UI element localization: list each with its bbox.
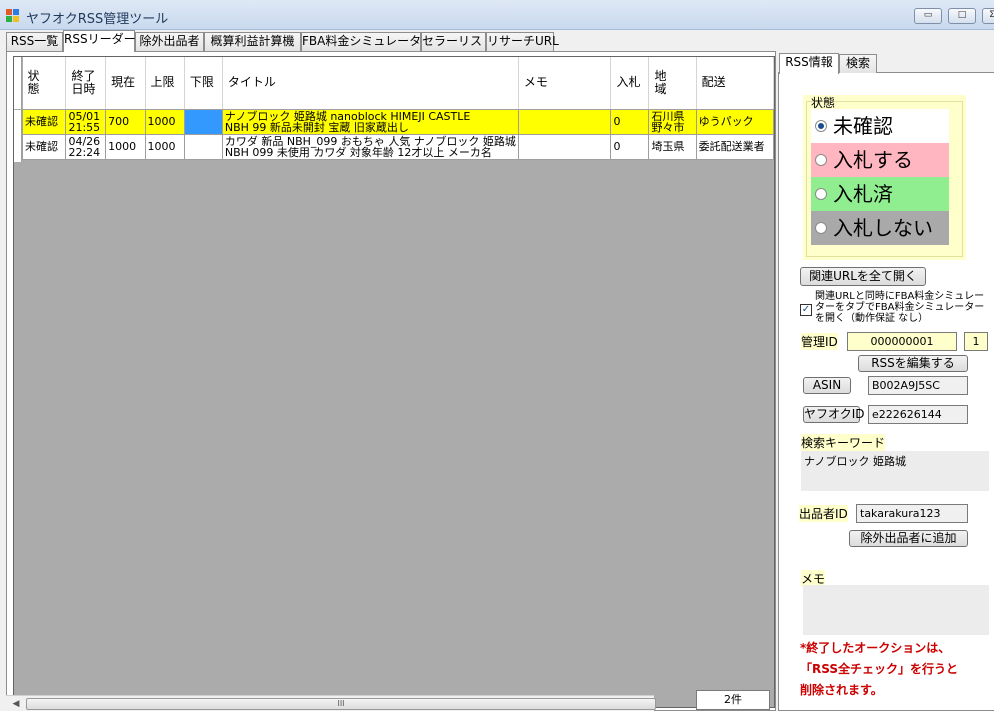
fba-simulator-checkbox[interactable]: ✓: [800, 304, 812, 316]
add-excluded-seller-button[interactable]: 除外出品者に追加: [849, 530, 968, 547]
column-header-max-price[interactable]: 上限: [145, 57, 185, 110]
search-keyword-label: 検索キーワード: [801, 434, 886, 451]
cell-memo[interactable]: [517, 108, 612, 135]
search-keyword-field[interactable]: ナノブロック 姫路城: [801, 451, 989, 491]
cell-memo[interactable]: [517, 133, 612, 160]
status-group: 状態 未確認 入札する 入札済 入札しない: [803, 95, 966, 260]
cell-bids[interactable]: 0: [610, 108, 650, 135]
cell-min-price[interactable]: [183, 108, 223, 135]
cell-region[interactable]: 埼玉県: [648, 133, 697, 160]
grid-header-row: 状態 終了日時 現在 上限 下限 タイトル メモ 入札 地域 配送: [22, 57, 774, 110]
column-header-status[interactable]: 状態: [22, 57, 67, 110]
tab-profit-calculator[interactable]: 概算利益計算機: [204, 32, 301, 51]
minimize-button[interactable]: ▭: [914, 8, 942, 24]
cell-status[interactable]: 未確認: [21, 133, 67, 160]
cell-max-price[interactable]: 1000: [144, 108, 185, 135]
column-header-current-price[interactable]: 現在: [105, 57, 146, 110]
column-header-title[interactable]: タイトル: [222, 57, 519, 110]
cell-max-price[interactable]: 1000: [144, 133, 185, 160]
rss-grid[interactable]: 状態 終了日時 現在 上限 下限 タイトル メモ 入札 地域 配送 未確認 05…: [13, 56, 775, 708]
tab-rss-info[interactable]: RSS情報: [779, 53, 839, 74]
radio-icon[interactable]: [815, 222, 827, 234]
column-header-region[interactable]: 地域: [648, 57, 697, 110]
status-option-label: 入札しない: [833, 216, 933, 240]
window-title: ヤフオクRSS管理ツール: [26, 12, 169, 27]
scroll-thumb[interactable]: III: [26, 698, 656, 710]
status-option-label: 入札済: [833, 182, 893, 206]
asin-field[interactable]: B002A9J5SC: [868, 376, 968, 395]
cell-shipping[interactable]: ゆうパック: [695, 108, 774, 135]
admin-id-count-field[interactable]: 1: [964, 332, 988, 351]
cell-current-price[interactable]: 1000: [105, 133, 146, 160]
status-option-bid-done[interactable]: 入札済: [811, 177, 949, 211]
seller-id-field[interactable]: takarakura123: [856, 504, 968, 523]
tab-research-url[interactable]: リサーチURL: [486, 32, 559, 51]
column-header-memo[interactable]: メモ: [518, 57, 612, 110]
deletion-notice-line: 削除されます。: [800, 683, 883, 697]
grid-table: 状態 終了日時 現在 上限 下限 タイトル メモ 入札 地域 配送 未確認 05…: [21, 57, 774, 160]
tab-fba-simulator[interactable]: FBA料金シミュレーター: [301, 32, 433, 51]
table-row[interactable]: 未確認 04/26 22:24 1000 1000 カワダ 新品 NBH_099 …: [21, 133, 774, 160]
row-header[interactable]: [14, 136, 22, 162]
column-header-end-datetime[interactable]: 終了日時: [65, 57, 107, 110]
tab-rss-list[interactable]: RSS一覧: [6, 32, 63, 51]
seller-id-label: 出品者ID: [799, 505, 848, 522]
column-header-shipping[interactable]: 配送: [696, 57, 774, 110]
tab-seller-list[interactable]: セラーリスト: [421, 32, 494, 51]
deletion-notice: *終了したオークションは、 「RSS全チェック」を行うと 削除されます。: [800, 638, 958, 701]
grid-corner: [14, 57, 22, 109]
table-row[interactable]: 未確認 05/01 21:55 700 1000 ナノブロック 姫路城 nanob…: [21, 108, 774, 135]
cell-current-price[interactable]: 700: [105, 108, 146, 135]
cell-min-price[interactable]: [183, 133, 223, 160]
tab-search[interactable]: 検索: [839, 54, 877, 73]
cell-title[interactable]: ナノブロック 姫路城 nanoblock HIMEJI CASTLE NBH 99…: [221, 108, 519, 135]
cell-status[interactable]: 未確認: [21, 108, 67, 135]
cell-region[interactable]: 石川県 野々市: [648, 108, 697, 135]
open-related-urls-button[interactable]: 関連URLを全て開く: [800, 267, 926, 286]
horizontal-scrollbar[interactable]: ◀ III: [6, 695, 656, 711]
scroll-left-icon[interactable]: ◀: [8, 697, 24, 711]
admin-id-field[interactable]: 000000001: [847, 332, 957, 351]
row-count: 2件: [696, 690, 770, 710]
memo-field[interactable]: [803, 585, 989, 635]
yafuoku-id-button[interactable]: ヤフオクID: [803, 406, 865, 423]
yafuoku-id-field[interactable]: e222626144: [868, 405, 968, 424]
fba-simulator-checkbox-label: 関連URLと同時にFBA料金シミュレーターをタブでFBA料金シミュレーターを開く…: [815, 291, 985, 324]
column-header-bids[interactable]: 入札: [610, 57, 650, 110]
deletion-notice-line: *終了したオークションは、: [800, 641, 951, 655]
status-option-label: 入札する: [833, 148, 913, 172]
app-icon: [6, 9, 20, 22]
close-button[interactable]: Σ: [982, 8, 994, 24]
cell-bids[interactable]: 0: [610, 133, 650, 160]
cell-shipping[interactable]: 委託配送業者: [695, 133, 774, 160]
tab-rss-reader[interactable]: RSSリーダー: [63, 30, 136, 52]
status-option-no-bid[interactable]: 入札しない: [811, 211, 949, 245]
status-option-unconfirmed[interactable]: 未確認: [811, 109, 949, 143]
status-option-bid[interactable]: 入札する: [811, 143, 949, 177]
rss-reader-panel: 状態 終了日時 現在 上限 下限 タイトル メモ 入札 地域 配送 未確認 05…: [6, 51, 776, 711]
status-option-label: 未確認: [833, 114, 893, 138]
radio-icon[interactable]: [815, 188, 827, 200]
column-header-min-price[interactable]: 下限: [184, 57, 223, 110]
maximize-button[interactable]: □: [948, 8, 976, 24]
radio-icon[interactable]: [815, 154, 827, 166]
cell-end-datetime[interactable]: 04/26 22:24: [65, 133, 107, 160]
title-bar: ヤフオクRSS管理ツール ▭ □ Σ: [0, 0, 994, 30]
main-tab-strip: RSS一覧 RSSリーダー 除外出品者 概算利益計算機 FBA料金シミュレーター…: [0, 30, 994, 52]
tab-excluded-sellers[interactable]: 除外出品者: [135, 32, 204, 51]
asin-button[interactable]: ASIN: [803, 377, 851, 394]
row-header[interactable]: [14, 110, 22, 136]
admin-id-label: 管理ID: [801, 333, 838, 350]
radio-selected-icon[interactable]: [815, 120, 827, 132]
edit-rss-button[interactable]: RSSを編集する: [858, 355, 968, 372]
cell-title[interactable]: カワダ 新品 NBH_099 おもちゃ 人気 ナノブロック 姫路城 NBH 099…: [221, 133, 519, 160]
cell-end-datetime[interactable]: 05/01 21:55: [65, 108, 107, 135]
deletion-notice-line: 「RSS全チェック」を行うと: [800, 662, 958, 676]
